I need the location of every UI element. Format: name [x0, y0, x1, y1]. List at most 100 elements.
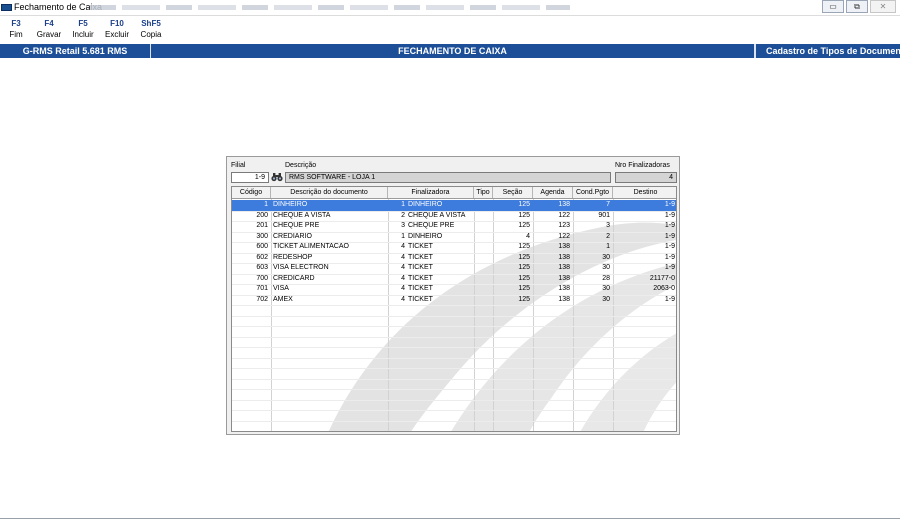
- restore-button[interactable]: ⧉: [846, 0, 868, 13]
- row-gridline: [232, 273, 676, 275]
- titlebar-blurred-text: [90, 5, 570, 10]
- descricao-field: RMS SOFTWARE - LOJA 1: [285, 172, 611, 183]
- cell-destino: 1-9: [664, 232, 675, 240]
- app-icon: [1, 4, 12, 11]
- binoculars-search-icon[interactable]: [271, 172, 283, 183]
- column-header[interactable]: Finalizadora: [388, 187, 474, 198]
- cell-destino: 1-9: [664, 222, 675, 229]
- cell-fin-num: 4: [401, 295, 405, 303]
- cell-tipo: [475, 200, 491, 210]
- cell-cond: 901: [598, 211, 610, 219]
- table-row[interactable]: 1 DINHEIRO 1 DINHEIRO 125 138 7 1-9: [232, 200, 676, 211]
- f4-gravar-button[interactable]: F4 Gravar: [32, 18, 66, 42]
- column-header[interactable]: Cond.Pgto: [573, 187, 613, 198]
- f5-incluir-button[interactable]: F5 Incluir: [66, 18, 100, 42]
- minimize-button[interactable]: ▭: [822, 0, 844, 13]
- cell-agenda: 138: [558, 243, 570, 250]
- cell-codigo: 603: [256, 264, 268, 271]
- cell-agenda: 138: [558, 274, 570, 282]
- f10-excluir-button[interactable]: F10 Excluir: [100, 18, 134, 42]
- fkey-label: Fim: [9, 30, 23, 39]
- cell-fin-nome: DINHEIRO: [408, 232, 443, 240]
- fkey-label: Gravar: [36, 30, 62, 39]
- cell-descricao: CHEQUE PRE: [273, 222, 320, 229]
- cell-cond: 7: [606, 201, 610, 208]
- column-header[interactable]: Agenda: [533, 187, 573, 198]
- fkey-label: Copia: [140, 30, 162, 39]
- cell-cond: 30: [602, 295, 610, 303]
- table-row[interactable]: 200 CHEQUE A VISTA 2 CHEQUE A VISTA 125 122 90…: [232, 211, 676, 222]
- cell-fin-nome: TICKET: [408, 274, 433, 282]
- table-header: Código Descrição do documento Finalizado…: [232, 187, 676, 199]
- row-gridline: [232, 378, 676, 380]
- cell-cond: 30: [602, 285, 610, 292]
- cell-fin-num: 4: [401, 285, 405, 292]
- cell-fin-num: 4: [401, 264, 405, 271]
- f3-fim-button[interactable]: F3 Fim: [0, 18, 32, 42]
- fkey-label: Excluir: [104, 30, 129, 39]
- window-title: Fechamento de Caixa: [14, 2, 103, 12]
- row-gridline: [232, 242, 676, 243]
- table-row[interactable]: 603 VISA ELECTRON 4 TICKET 125 138 30 1-9: [232, 263, 676, 274]
- cell-tipo: [475, 221, 491, 231]
- cell-tipo: [475, 242, 491, 252]
- cell-destino: 1-9: [664, 264, 675, 271]
- app-version: G-RMS Retail 5.681 RMS: [0, 44, 151, 58]
- cell-codigo: 700: [256, 274, 268, 282]
- cell-destino: 21177-0: [649, 274, 675, 282]
- row-gridline: [232, 347, 676, 348]
- cell-secao: 125: [518, 211, 530, 219]
- table-row[interactable]: 700 CREDICARD 4 TICKET 125 138 28 21177-0: [232, 274, 676, 285]
- documents-table: Código Descrição do documento Finalizado…: [231, 186, 677, 432]
- table-row[interactable]: 602 REDESHOP 4 TICKET 125 138 30 1-9: [232, 253, 676, 264]
- cell-fin-num: 2: [401, 211, 405, 219]
- cell-secao: 125: [518, 274, 530, 282]
- header-bar: G-RMS Retail 5.681 RMS FECHAMENTO DE CAI…: [0, 44, 900, 58]
- cell-codigo: 702: [256, 295, 268, 303]
- cell-agenda: 138: [558, 285, 570, 292]
- row-gridline: [232, 210, 676, 212]
- cell-secao: 4: [526, 232, 530, 240]
- table-row[interactable]: 300 CREDIARIO 1 DINHEIRO 4 122 2 1-9: [232, 232, 676, 243]
- column-header[interactable]: Destino: [613, 187, 676, 198]
- fkey-code: F5: [78, 19, 88, 28]
- column-header[interactable]: Descrição do documento: [271, 187, 388, 198]
- fkey-code: F10: [110, 19, 124, 28]
- cell-fin-num: 4: [401, 274, 405, 282]
- cell-codigo: 600: [256, 243, 268, 250]
- column-header[interactable]: Tipo: [474, 187, 493, 198]
- column-header[interactable]: Código: [232, 187, 271, 198]
- window-controls: ▭ ⧉ ✕: [822, 0, 900, 13]
- cell-fin-num: 4: [401, 253, 405, 261]
- table-row[interactable]: 600 TICKET ALIMENTACAO 4 TICKET 125 138 1 1-9: [232, 242, 676, 253]
- cell-fin-nome: CHEQUE PRE: [408, 222, 455, 229]
- cell-destino: 2063-0: [653, 285, 675, 292]
- filial-field[interactable]: 1-9: [231, 172, 269, 183]
- row-gridline: [232, 357, 676, 359]
- cell-tipo: [475, 263, 491, 273]
- nro-finalizadoras-label: Nro Finalizadoras: [615, 162, 670, 169]
- fkey-label: Incluir: [72, 30, 94, 39]
- function-key-toolbar: F3 Fim F4 Gravar F5 Incluir F10 Excluir …: [0, 18, 168, 42]
- row-gridline: [232, 284, 676, 285]
- table-row[interactable]: 702 AMEX 4 TICKET 125 138 30 1-9: [232, 295, 676, 306]
- cell-tipo: [475, 253, 491, 263]
- cell-fin-nome: TICKET: [408, 243, 433, 250]
- table-row[interactable]: 701 VISA 4 TICKET 125 138 30 2063-0: [232, 284, 676, 295]
- cell-cond: 3: [606, 222, 610, 229]
- column-header[interactable]: Seção: [493, 187, 533, 198]
- cell-secao: 125: [518, 201, 530, 208]
- row-gridline: [232, 326, 676, 327]
- row-gridline: [232, 252, 676, 254]
- cell-descricao: CHEQUE A VISTA: [273, 211, 331, 219]
- shf5-copia-button[interactable]: ShF5 Copia: [134, 18, 168, 42]
- cell-descricao: REDESHOP: [273, 253, 313, 261]
- cell-secao: 125: [518, 264, 530, 271]
- table-row[interactable]: 201 CHEQUE PRE 3 CHEQUE PRE 125 123 3 1-9: [232, 221, 676, 232]
- cell-tipo: [475, 284, 491, 294]
- cell-descricao: CREDIARIO: [273, 232, 312, 240]
- cell-secao: 125: [518, 222, 530, 229]
- close-button[interactable]: ✕: [870, 0, 896, 13]
- window-titlebar: Fechamento de Caixa ▭ ⧉ ✕: [0, 0, 900, 16]
- cell-cond: 30: [602, 264, 610, 271]
